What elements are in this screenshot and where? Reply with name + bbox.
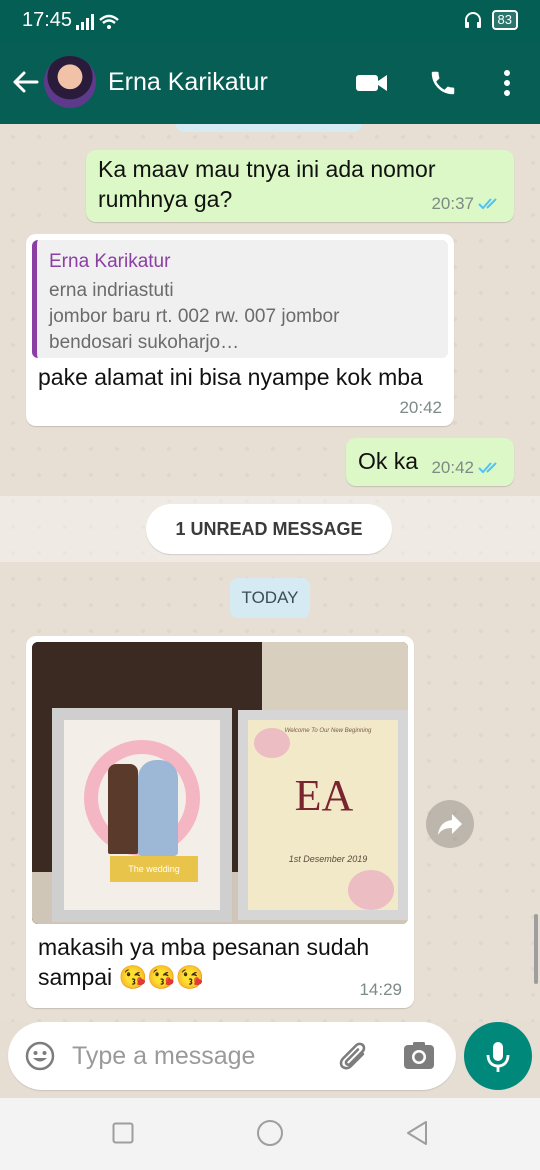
message-text: Ok ka	[358, 448, 419, 474]
message-incoming-photo[interactable]: The wedding Welcome To Our New Beginning…	[26, 636, 414, 1008]
photo-frame-right: Welcome To Our New Beginning EA 1st Dese…	[238, 710, 408, 920]
scrollbar[interactable]	[534, 914, 538, 984]
quoted-message[interactable]: Erna Karikatur erna indriastuti jombor b…	[32, 240, 448, 358]
message-outgoing[interactable]: Ok ka 20:42	[346, 438, 514, 486]
phone-icon[interactable]	[428, 68, 458, 98]
photo-right-date: 1st Desember 2019	[288, 854, 368, 864]
forward-button[interactable]	[426, 800, 474, 848]
microphone-icon	[486, 1042, 510, 1072]
photo-frame-left: The wedding	[52, 708, 232, 922]
date-chip-today: TODAY	[230, 578, 310, 618]
groom-figure	[108, 764, 138, 854]
message-incoming[interactable]: Erna Karikatur erna indriastuti jombor b…	[26, 234, 454, 426]
forward-icon	[438, 814, 462, 835]
camera-icon[interactable]	[402, 1040, 436, 1072]
read-ticks-icon	[478, 198, 497, 210]
battery-indicator: 83	[491, 10, 518, 30]
message-time: 20:42	[399, 398, 442, 417]
message-photo[interactable]: The wedding Welcome To Our New Beginning…	[32, 642, 408, 924]
message-input[interactable]: Type a message	[72, 1042, 255, 1071]
message-outgoing[interactable]: Ka maav mau tnya ini ada nomor rumhnya g…	[86, 150, 514, 222]
message-text: makasih ya mba pesanan sudah sampai 😘😘😘	[38, 934, 370, 990]
system-nav-bar	[0, 1098, 540, 1170]
read-ticks-icon	[478, 462, 497, 474]
message-time: 20:42	[431, 458, 474, 477]
message-time: 20:37	[431, 194, 474, 213]
message-meta: 14:29	[359, 980, 402, 1000]
chat-header: Erna Karikatur	[0, 42, 540, 124]
photo-right-welcome: Welcome To Our New Beginning	[284, 728, 372, 734]
back-arrow-icon[interactable]	[10, 67, 40, 97]
contact-name[interactable]: Erna Karikatur	[108, 68, 268, 97]
message-meta: 20:42	[431, 458, 502, 478]
status-time: 17:45	[22, 9, 73, 31]
message-time: 14:29	[359, 980, 402, 999]
avatar[interactable]	[44, 56, 96, 108]
quoted-text: erna indriastuti jombor baru rt. 002 rw.…	[49, 280, 340, 353]
back-nav-icon[interactable]	[404, 1120, 430, 1146]
date-chip-previous	[176, 124, 362, 132]
bride-figure	[138, 760, 178, 856]
floral-decoration	[348, 870, 394, 910]
headphones-icon	[464, 12, 481, 28]
more-options-icon[interactable]	[500, 68, 514, 98]
quoted-sender: Erna Karikatur	[49, 251, 171, 272]
message-text: Ka maav mau tnya ini ada nomor rumhnya g…	[98, 156, 436, 212]
status-bar: 17:45 83	[0, 0, 540, 42]
emoji-icon[interactable]	[24, 1040, 56, 1072]
attach-icon[interactable]	[336, 1040, 372, 1074]
video-call-icon[interactable]	[355, 68, 389, 98]
recents-icon[interactable]	[112, 1122, 134, 1144]
photo-left-caption: The wedding	[110, 856, 198, 882]
message-meta: 20:42	[399, 398, 442, 418]
chat-messages[interactable]: Ka maav mau tnya ini ada nomor rumhnya g…	[0, 124, 540, 1022]
message-meta: 20:37	[431, 194, 502, 214]
message-composer[interactable]: Type a message	[8, 1022, 456, 1090]
photo-right-initials: EA	[294, 771, 354, 820]
mic-button[interactable]	[464, 1022, 532, 1090]
message-text: pake alamat ini bisa nyampe kok mba	[38, 364, 423, 390]
unread-messages-pill: 1 UNREAD MESSAGE	[146, 504, 392, 554]
signal-wifi-icon	[76, 14, 119, 30]
home-icon[interactable]	[256, 1119, 284, 1147]
